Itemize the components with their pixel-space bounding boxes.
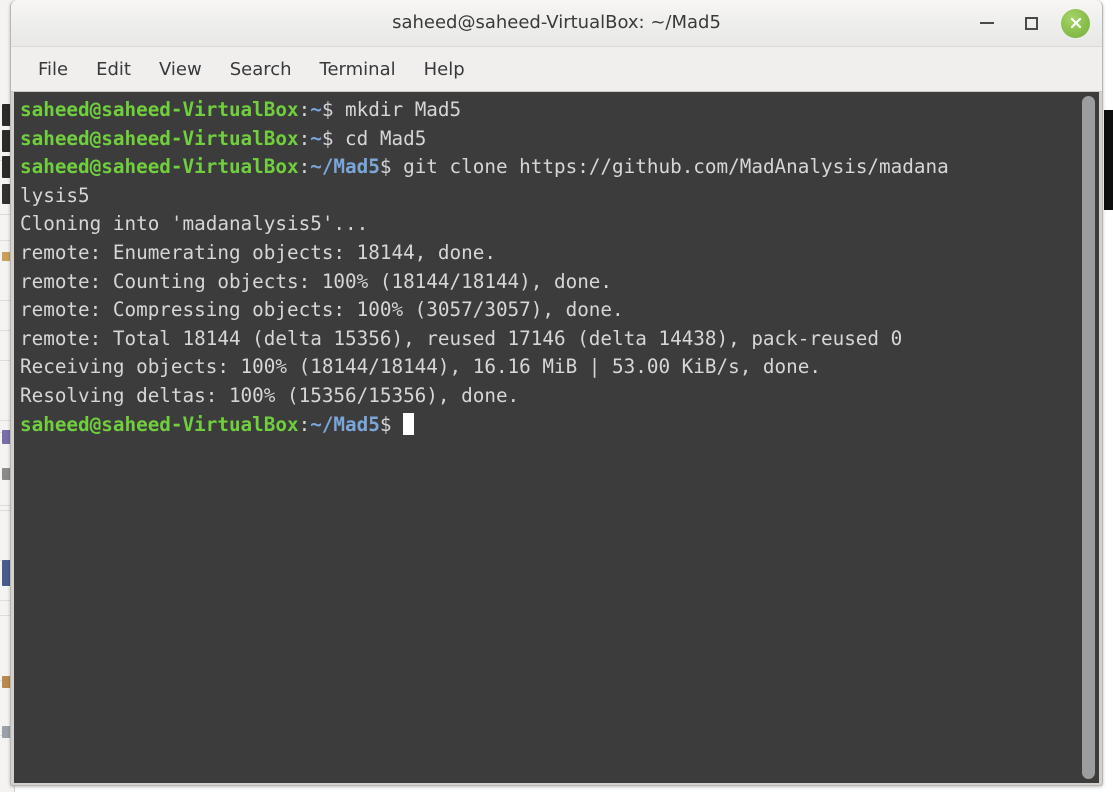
terminal-command-line: saheed@saheed-VirtualBox:~/Mad5$ git clo… (20, 153, 1077, 182)
maximize-icon (1024, 16, 1038, 30)
terminal-output-line: lysis5 (20, 182, 1077, 211)
background-window-dark-panel (1104, 110, 1113, 210)
scrollbar-thumb[interactable] (1081, 96, 1095, 779)
prompt-path: ~ (310, 98, 322, 121)
terminal-command-text: cd Mad5 (333, 126, 427, 150)
terminal-command-line: saheed@saheed-VirtualBox:~$ mkdir Mad5 (20, 96, 1077, 125)
terminal-scrollbar[interactable] (1077, 92, 1099, 783)
terminal-window: saheed@saheed-VirtualBox: ~/Mad5 File Ed… (10, 0, 1103, 786)
terminal-cursor (403, 412, 415, 435)
prompt-dollar: $ (321, 98, 334, 121)
terminal-line-text: remote: Total 18144 (delta 15356), reuse… (20, 326, 903, 350)
terminal-active-prompt-line: saheed@saheed-VirtualBox:~/Mad5$ (20, 411, 1077, 440)
prompt-dollar: $ (379, 155, 392, 179)
minimize-icon (980, 22, 994, 24)
prompt-dollar: $ (379, 412, 392, 436)
terminal-output-line: Cloning into 'madanalysis5'... (20, 210, 1077, 239)
window-title: saheed@saheed-VirtualBox: ~/Mad5 (392, 12, 721, 33)
menu-item-file[interactable]: File (25, 56, 81, 83)
minimize-button[interactable] (973, 9, 1001, 37)
terminal-line-text: Resolving deltas: 100% (15356/15356), do… (20, 383, 520, 407)
terminal-command-text: mkdir Mad5 (333, 98, 462, 121)
prompt-user-host: saheed@saheed-VirtualBox (20, 98, 299, 121)
window-controls (973, 0, 1090, 46)
terminal-output-line: Receiving objects: 100% (18144/18144), 1… (20, 353, 1077, 382)
prompt-colon: : (298, 126, 311, 150)
terminal-output-line: remote: Enumerating objects: 18144, done… (20, 239, 1077, 268)
menu-item-terminal[interactable]: Terminal (307, 56, 409, 83)
prompt-path: ~/Mad5 (310, 155, 380, 179)
prompt-path: ~/Mad5 (310, 412, 380, 436)
menu-item-edit[interactable]: Edit (83, 56, 144, 83)
terminal-line-text: lysis5 (20, 183, 90, 207)
terminal-body[interactable]: saheed@saheed-VirtualBox:~$ mkdir Mad5 sa… (11, 92, 1102, 785)
terminal-output-line: remote: Compressing objects: 100% (3057/… (20, 296, 1077, 325)
prompt-user-host: saheed@saheed-VirtualBox (20, 126, 299, 150)
title-bar[interactable]: saheed@saheed-VirtualBox: ~/Mad5 (11, 0, 1102, 47)
menu-item-help[interactable]: Help (411, 56, 478, 83)
menu-bar: File Edit View Search Terminal Help (11, 47, 1102, 92)
terminal-line-text: Cloning into 'madanalysis5'... (20, 212, 369, 236)
terminal-line-text: remote: Enumerating objects: 18144, done… (20, 240, 496, 264)
terminal-command-text (391, 413, 403, 436)
prompt-colon: : (298, 155, 311, 179)
close-icon (1070, 17, 1081, 29)
prompt-path: ~ (310, 126, 322, 150)
prompt-colon: : (298, 98, 311, 121)
terminal-output-line: remote: Counting objects: 100% (18144/18… (20, 268, 1077, 297)
menu-item-view[interactable]: View (146, 56, 215, 83)
terminal-line-text: remote: Compressing objects: 100% (3057/… (20, 298, 624, 322)
terminal-output-area[interactable]: saheed@saheed-VirtualBox:~$ mkdir Mad5 sa… (14, 92, 1077, 783)
close-button[interactable] (1061, 8, 1090, 38)
menu-item-search[interactable]: Search (217, 56, 305, 83)
terminal-command-line: saheed@saheed-VirtualBox:~$ cd Mad5 (20, 125, 1077, 154)
terminal-output-line: Resolving deltas: 100% (15356/15356), do… (20, 382, 1077, 411)
terminal-line-text: remote: Counting objects: 100% (18144/18… (20, 269, 613, 293)
prompt-colon: : (298, 412, 311, 436)
terminal-output-line: remote: Total 18144 (delta 15356), reuse… (20, 325, 1077, 354)
terminal-line-text: Receiving objects: 100% (18144/18144), 1… (20, 355, 821, 379)
maximize-button[interactable] (1017, 9, 1045, 37)
terminal-command-text: git clone https://github.com/MadAnalysis… (391, 155, 949, 179)
prompt-user-host: saheed@saheed-VirtualBox (20, 412, 299, 436)
screenshot-root: saheed@saheed-VirtualBox: ~/Mad5 File Ed… (0, 0, 1113, 792)
prompt-dollar: $ (321, 126, 334, 150)
prompt-user-host: saheed@saheed-VirtualBox (20, 155, 299, 179)
